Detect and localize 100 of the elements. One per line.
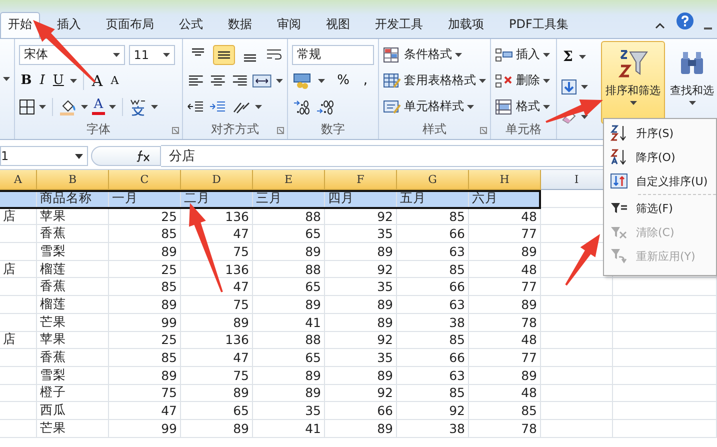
dropdown-arrow-icon[interactable] (630, 101, 636, 105)
column-header[interactable]: B (37, 170, 109, 190)
dropdown-arrow-icon[interactable] (479, 78, 486, 82)
column-header[interactable]: D (181, 170, 253, 190)
insert-cells-icon[interactable] (495, 46, 514, 62)
ribbon-tab[interactable]: 页面布局 (98, 12, 162, 38)
dropdown-arrow-icon[interactable] (3, 77, 10, 81)
dropdown-arrow-icon[interactable] (70, 78, 77, 82)
borders-icon[interactable] (18, 98, 35, 114)
dialog-launcher-icon[interactable] (277, 127, 284, 134)
dialog-launcher-icon[interactable] (480, 127, 488, 134)
font-name-dropdown[interactable]: 宋体 (18, 44, 125, 64)
table-cell (541, 332, 613, 350)
dropdown-arrow-icon[interactable] (75, 154, 83, 158)
sort-filter-button[interactable]: 排序和筛选 (601, 41, 665, 124)
fill-down-icon[interactable] (561, 78, 577, 94)
menu-item[interactable]: 筛选(F) (604, 196, 716, 220)
sort-filter-icon[interactable] (618, 48, 648, 80)
dropdown-arrow-icon[interactable] (455, 52, 462, 56)
help-icon[interactable] (676, 12, 694, 30)
format-cells-icon[interactable] (495, 98, 514, 114)
grow-font-button[interactable]: A (90, 72, 105, 90)
dropdown-arrow-icon[interactable] (276, 78, 284, 82)
dropdown-arrow-icon[interactable] (80, 104, 88, 108)
conditional-format-icon[interactable] (383, 46, 402, 62)
ribbon-tab[interactable]: 加载项 (440, 12, 492, 38)
ribbon-menu-button[interactable]: 单元格样式 (383, 98, 474, 115)
number-style-button[interactable]: , (361, 73, 370, 88)
delete-cells-icon[interactable] (495, 72, 514, 88)
table-format-icon[interactable] (383, 72, 402, 88)
shrink-font-button[interactable]: A (108, 74, 121, 87)
ribbon-tab[interactable]: 公式 (171, 12, 211, 38)
dropdown-arrow-icon[interactable] (578, 54, 586, 58)
ribbon-tab[interactable]: 视图 (318, 12, 358, 38)
ribbon-menu-button[interactable]: 条件格式 (383, 46, 462, 63)
ribbon-tab[interactable]: PDF工具集 (501, 12, 576, 38)
table-cell: 77 (469, 225, 541, 244)
dropdown-arrow-icon[interactable] (255, 104, 262, 108)
table-cell: 85 (109, 278, 181, 296)
italic-button[interactable]: I (38, 73, 47, 88)
underline-button[interactable]: U (50, 73, 66, 88)
ribbon-tab[interactable]: 数据 (220, 12, 260, 38)
decrease-indent-icon[interactable] (187, 98, 206, 114)
menu-item[interactable]: 降序(O) (604, 145, 716, 169)
column-header[interactable]: H (469, 170, 541, 190)
name-box[interactable]: 1 (0, 146, 88, 166)
ribbon-tab[interactable]: 开始 (0, 12, 40, 38)
dropdown-arrow-icon[interactable] (151, 104, 158, 108)
align-center-icon[interactable] (208, 72, 227, 88)
column-header[interactable]: A (0, 170, 37, 190)
font-color-button[interactable]: A (92, 98, 106, 115)
function-icon[interactable] (136, 150, 150, 162)
number-style-button[interactable]: % (335, 73, 352, 88)
find-select-button[interactable]: 查找和选 (667, 41, 717, 124)
column-header[interactable]: F (325, 170, 397, 190)
bold-button[interactable]: B (18, 73, 34, 88)
ribbon-tab[interactable]: 开发工具 (367, 12, 431, 38)
ribbon-menu-button[interactable]: 插入 (495, 46, 550, 63)
middle-align-icon[interactable] (213, 44, 236, 64)
align-right-icon[interactable] (230, 72, 248, 88)
ribbon-tab[interactable]: 插入 (49, 12, 89, 38)
table-cell: 66 (397, 349, 469, 367)
column-header[interactable]: G (397, 170, 469, 190)
dropdown-arrow-icon[interactable] (581, 84, 588, 88)
dropdown-arrow-icon[interactable] (581, 114, 588, 118)
ribbon-menu-button[interactable]: 删除 (495, 72, 550, 89)
column-header[interactable]: E (253, 170, 325, 190)
phonetic-guide-icon[interactable] (129, 98, 148, 116)
number-format-dropdown[interactable]: 常规 (292, 44, 374, 64)
autosum-button[interactable]: Σ (561, 48, 575, 64)
dropdown-arrow-icon[interactable] (38, 104, 46, 108)
align-left-icon[interactable] (187, 72, 205, 88)
wrap-text-icon[interactable] (265, 46, 284, 62)
increase-indent-icon[interactable] (209, 98, 228, 114)
dropdown-arrow-icon[interactable] (543, 52, 550, 56)
dropdown-arrow-icon[interactable] (543, 78, 550, 82)
dropdown-arrow-icon[interactable] (688, 101, 696, 105)
ribbon-tab[interactable]: 审阅 (269, 12, 309, 38)
table-cell: 香蕉 (37, 225, 109, 244)
column-header[interactable]: C (109, 170, 181, 190)
cell-style-icon[interactable] (383, 98, 402, 114)
ribbon-menu-button[interactable]: 格式 (495, 98, 550, 115)
ribbon-menu-button[interactable]: 套用表格格式 (383, 72, 486, 89)
decrease-decimal-icon[interactable] (316, 98, 336, 114)
merge-cells-icon[interactable] (252, 72, 272, 88)
dropdown-arrow-icon[interactable] (543, 104, 550, 108)
sort-ascending-icon (610, 124, 628, 142)
dropdown-arrow-icon[interactable] (318, 78, 326, 82)
dialog-launcher-icon[interactable] (172, 127, 180, 134)
collapse-ribbon-icon[interactable] (654, 22, 666, 30)
menu-item[interactable]: 升序(S) (604, 121, 716, 145)
font-size-dropdown[interactable]: 11 (128, 44, 175, 64)
table-cell: 85 (397, 384, 469, 402)
fill-bucket-icon[interactable] (58, 98, 77, 116)
dropdown-arrow-icon[interactable] (112, 52, 120, 56)
dropdown-arrow-icon[interactable] (467, 104, 474, 108)
dropdown-arrow-icon[interactable] (109, 104, 116, 108)
minimize-icon[interactable] (704, 27, 712, 30)
dropdown-arrow-icon[interactable] (162, 52, 170, 56)
increase-decimal-icon[interactable] (292, 98, 312, 114)
